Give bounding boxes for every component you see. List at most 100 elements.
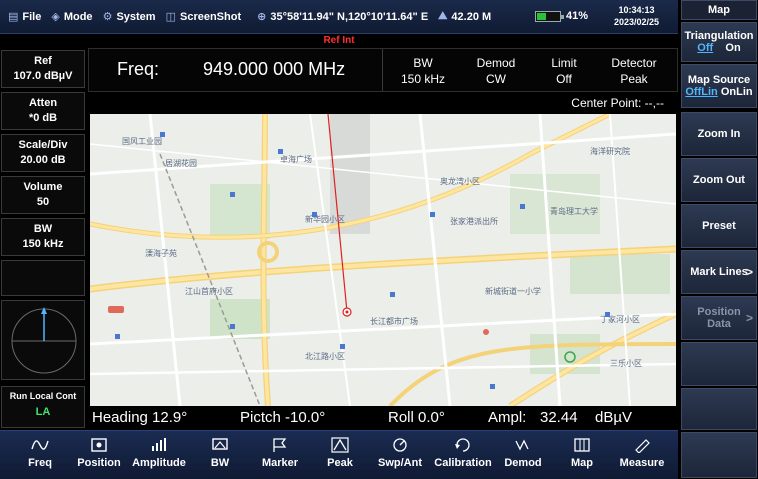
position-icon <box>74 435 124 455</box>
demod-icon <box>500 435 546 455</box>
wave-icon <box>18 435 62 455</box>
softkey-empty-1 <box>681 342 757 386</box>
system-menu[interactable]: ⚙ System <box>102 10 156 24</box>
screenshot-button[interactable]: ◫ ScreenShot <box>165 10 242 24</box>
freq-header: Freq: 949.000 000 MHz BW 150 kHz Demod C… <box>88 48 678 92</box>
volume-value: 50 <box>36 196 50 208</box>
zoom-in-button[interactable]: Zoom In <box>681 112 757 156</box>
header-bw-label: BW <box>413 56 433 70</box>
header-detector: Detector Peak <box>599 55 669 87</box>
mode-menu[interactable]: ◈ Mode <box>51 10 92 24</box>
header-bw: BW 150 kHz <box>390 55 456 87</box>
ampl-unit: dBµV <box>595 409 632 426</box>
map-label: 奥龙湾小区 <box>440 176 480 186</box>
run-local-label: Run Local Cont <box>9 391 77 401</box>
scale-label: Scale/Div <box>18 139 68 151</box>
volume-box[interactable]: Volume 50 <box>1 176 85 214</box>
file-menu[interactable]: ▤ File <box>8 10 41 24</box>
calibration-icon <box>430 435 496 455</box>
map-icon <box>562 435 602 455</box>
map-label: 海洋研究院 <box>590 146 630 156</box>
toolbar-demod-button[interactable]: Demod <box>500 435 546 469</box>
battery-status: 41% <box>535 10 588 22</box>
header-bw-value: 150 kHz <box>400 72 446 86</box>
gps-position: ⊕ 35°58'11.94" N,120°10'11.64" E <box>257 10 429 24</box>
map-label: 居湖花园 <box>165 158 197 168</box>
ref-label: Ref <box>34 55 52 67</box>
ruler-icon <box>614 435 670 455</box>
map-source-offline: OffLin <box>685 86 718 98</box>
layers-icon: ◈ <box>51 11 60 23</box>
map-label: 青岛理工大学 <box>550 206 598 216</box>
map-label: 北江路小区 <box>305 351 345 361</box>
toolbar-calibration-button[interactable]: Calibration <box>430 435 496 469</box>
toolbar-peak-button[interactable]: Peak <box>320 435 360 469</box>
map-view[interactable]: 国风工业园 居湖花园 卓海广场 新华园小区 张家港派出所 溧海子苑 江山首府小区… <box>90 114 676 406</box>
ref-int-indicator: Ref Int <box>0 35 678 48</box>
camera-icon: ◫ <box>165 11 176 23</box>
header-demod: Demod CW <box>463 55 529 87</box>
map-canvas[interactable]: 国风工业园 居湖花园 卓海广场 新华园小区 张家港派出所 溧海子苑 江山首府小区… <box>90 114 676 406</box>
bottom-toolbar: Freq Position Amplitude BW Marker Peak S… <box>0 430 678 479</box>
header-detector-value: Peak <box>620 72 648 86</box>
softkey-title: Map <box>681 0 757 20</box>
ref-value: 107.0 dBµV <box>13 70 73 82</box>
compass <box>1 300 85 380</box>
scale-div-box[interactable]: Scale/Div 20.00 dB <box>1 134 85 172</box>
altitude-readout: ⛰ 42.20 M <box>438 10 492 23</box>
map-label: 卓海广场 <box>280 154 312 164</box>
softkey-empty-3 <box>681 432 757 478</box>
file-icon: ▤ <box>8 11 19 23</box>
header-demod-value: CW <box>486 72 506 86</box>
bw-value: 150 kHz <box>22 238 64 250</box>
map-label: 溧海子苑 <box>145 248 177 258</box>
toolbar-measure-button[interactable]: Measure <box>614 435 670 469</box>
amplitude-icon <box>128 435 190 455</box>
center-point-bar: Center Point: --,-- <box>88 93 678 114</box>
atten-box[interactable]: Atten *0 dB <box>1 92 85 130</box>
toolbar-freq-button[interactable]: Freq <box>18 435 62 469</box>
run-local-status: Run Local Cont LA <box>1 386 85 428</box>
altitude-icon: ⛰ <box>438 10 448 22</box>
toolbar-swp-ant-button[interactable]: Swp/Ant <box>372 435 428 469</box>
triangulation-toggle[interactable]: Triangulation Off On <box>681 22 757 62</box>
freq-value[interactable]: 949.000 000 MHz <box>203 59 345 80</box>
softkey-panel: Map Triangulation Off On Map Source OffL… <box>680 0 758 479</box>
peak-icon <box>320 435 360 455</box>
softkey-empty-2 <box>681 388 757 430</box>
map-label: 国风工业园 <box>122 136 162 146</box>
compass-icon <box>11 307 77 374</box>
bw-box[interactable]: BW 150 kHz <box>1 218 85 256</box>
ampl-label: Ampl: <box>488 409 527 426</box>
battery-level <box>537 12 547 20</box>
preset-button[interactable]: Preset <box>681 204 757 248</box>
atten-label: Atten <box>28 97 58 109</box>
toolbar-map-button[interactable]: Map <box>562 435 602 469</box>
toolbar-position-button[interactable]: Position <box>74 435 124 469</box>
gear-icon: ⚙ <box>102 11 113 23</box>
map-source-toggle[interactable]: Map Source OffLin OnLin <box>681 64 757 108</box>
header-limit-value: Off <box>556 72 572 86</box>
toolbar-bw-button[interactable]: BW <box>200 435 240 469</box>
la-indicator: LA <box>35 406 51 418</box>
pitch-readout: Pictch -10.0° <box>240 409 326 426</box>
header-limit: Limit Off <box>531 55 597 87</box>
ref-level-box[interactable]: Ref 107.0 dBµV <box>1 50 85 88</box>
map-source-online: OnLin <box>720 86 753 98</box>
clock-time: 10:34:13 <box>618 5 655 15</box>
freq-label: Freq: <box>117 59 160 79</box>
header-demod-label: Demod <box>476 56 516 70</box>
header-detector-label: Detector <box>611 56 657 70</box>
mark-lines-button[interactable]: Mark Lines > <box>681 250 757 294</box>
globe-icon: ⊕ <box>257 11 267 23</box>
sweep-icon <box>372 435 428 455</box>
zoom-out-button[interactable]: Zoom Out <box>681 158 757 202</box>
toolbar-marker-button[interactable]: Marker <box>256 435 304 469</box>
chevron-right-icon: > <box>745 265 753 279</box>
left-panel: Ref 107.0 dBµV Atten *0 dB Scale/Div 20.… <box>0 48 88 428</box>
position-data-button[interactable]: Position Data > <box>681 296 757 340</box>
roll-readout: Roll 0.0° <box>388 409 445 426</box>
heading-readout: Heading 12.9° <box>92 409 188 426</box>
toolbar-amplitude-button[interactable]: Amplitude <box>128 435 190 469</box>
clock: 10:34:13 2023/02/25 <box>614 4 659 28</box>
